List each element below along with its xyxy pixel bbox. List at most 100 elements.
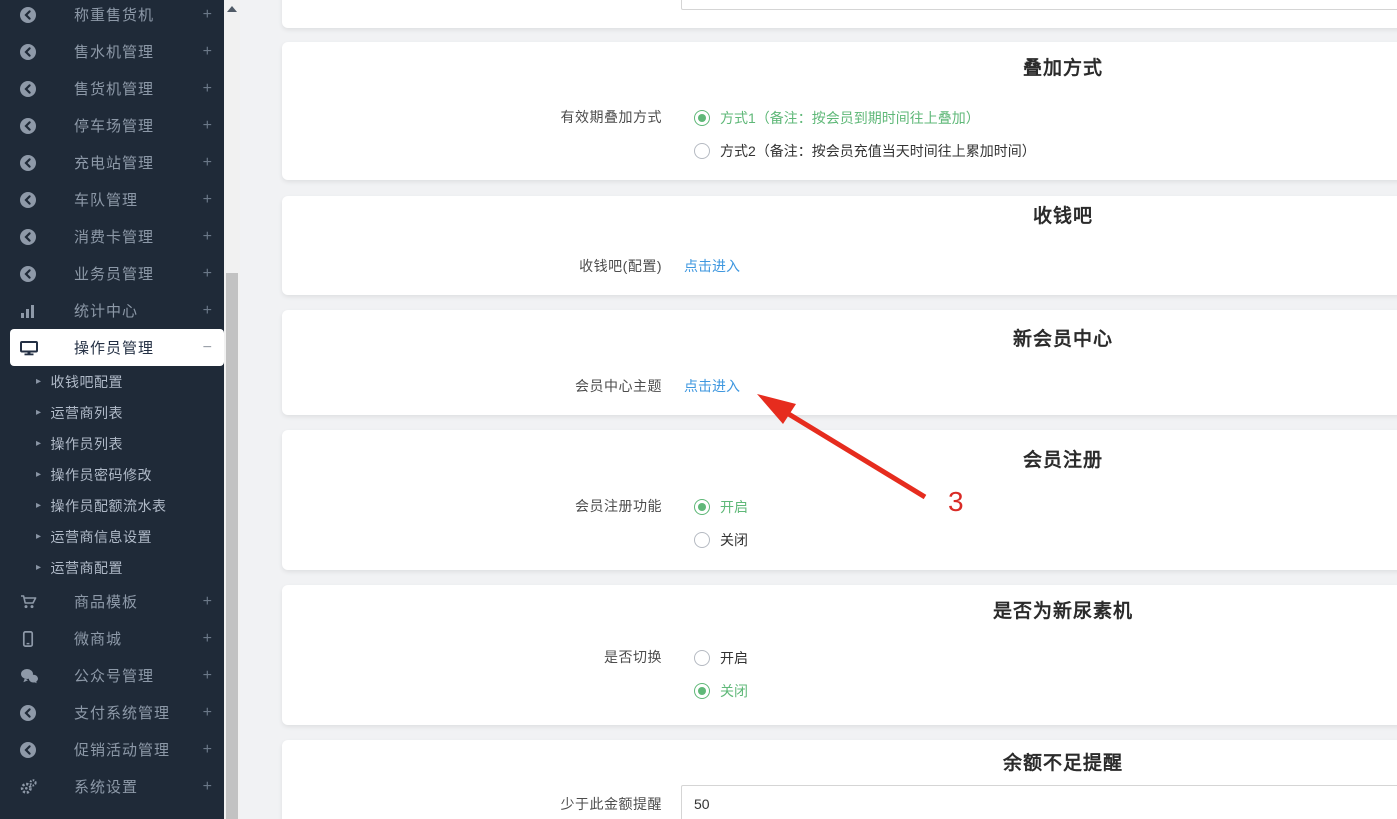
card-shouqianba: 收钱吧收钱吧(配置) 点击进入 — [282, 196, 1397, 295]
sidebar-item-active[interactable]: 操作员管理− — [10, 329, 224, 366]
sidebar-item[interactable]: 微商城 + — [0, 620, 224, 657]
row-controls: 开启关闭 — [684, 641, 748, 707]
form-row: 会员中心主题 点击进入 — [282, 370, 1397, 403]
sidebar-item[interactable]: 消费卡管理+ — [0, 218, 224, 255]
radio-dot — [698, 503, 706, 511]
plus-icon: + — [203, 630, 212, 648]
bar-chart-icon — [20, 303, 46, 319]
field-label: 收钱吧(配置) — [282, 250, 662, 283]
radio-option[interactable]: 关闭 — [684, 674, 748, 707]
plus-icon: + — [203, 191, 212, 209]
card-body: 会员中心主题 点击进入 — [282, 370, 1397, 403]
plus-icon: + — [203, 265, 212, 283]
sidebar-item-label: 充电站管理 — [74, 152, 154, 173]
sidebar-item[interactable]: 充电站管理 + — [0, 144, 224, 181]
chevron-circle-icon — [20, 705, 46, 721]
sidebar-subitem[interactable]: ▸ 运营商列表 — [0, 397, 224, 428]
sidebar-item-label: 停车场管理 — [74, 115, 154, 136]
sidebar-item[interactable]: 系统设置+ — [0, 768, 224, 805]
sidebar-item[interactable]: 统计中心 + — [0, 292, 224, 329]
card-title: 新会员中心 — [282, 310, 1397, 353]
row-controls — [681, 785, 1397, 819]
sidebar-subitem[interactable]: ▸ 操作员密码修改 — [0, 459, 224, 490]
sidebar-item-label: 消费卡管理 — [74, 226, 154, 247]
radio-option[interactable]: 关闭 — [684, 523, 748, 556]
sidebar-item-label: 商品模板 — [74, 591, 138, 612]
triangle-right-icon: ▸ — [36, 500, 42, 511]
sidebar-subitem[interactable]: ▸ 操作员配额流水表 — [0, 490, 224, 521]
field-label: 会员中心主题 — [282, 370, 662, 403]
sidebar-item-label: 统计中心 — [74, 300, 138, 321]
wechat-icon — [20, 668, 46, 684]
row-controls: 开启关闭 — [684, 490, 748, 556]
card-title: 余额不足提醒 — [282, 740, 1397, 777]
radio-unselected-icon[interactable] — [694, 532, 710, 548]
gears-icon — [20, 779, 46, 795]
sidebar-item[interactable]: 支付系统管理+ — [0, 694, 224, 731]
radio-option-label: 方式2（备注：按会员充值当天时间往上累加时间） — [720, 141, 1036, 161]
sidebar-item-label: 促销活动管理 — [74, 739, 170, 760]
sidebar-scrollbar[interactable] — [224, 0, 240, 819]
form-row — [282, 0, 1397, 13]
plus-icon: + — [203, 80, 212, 98]
card-stack-mode: 叠加方式有效期叠加方式方式1（备注：按会员到期时间往上叠加）方式2（备注：按会员… — [282, 42, 1397, 180]
sidebar-item-label: 公众号管理 — [74, 665, 154, 686]
chevron-circle-icon — [20, 118, 46, 134]
scrollbar-up-button[interactable] — [224, 2, 240, 15]
sidebar-subitem[interactable]: ▸运营商配置 — [0, 552, 224, 583]
row-controls: 点击进入 — [684, 250, 740, 283]
card-title: 收钱吧 — [282, 196, 1397, 230]
radio-selected-icon[interactable] — [694, 499, 710, 515]
plus-icon: + — [203, 593, 212, 611]
sidebar-subitem[interactable]: ▸运营商信息设置 — [0, 521, 224, 552]
radio-option[interactable]: 开启 — [684, 641, 748, 674]
sidebar-item[interactable]: 商品模板 + — [0, 583, 224, 620]
radio-selected-icon[interactable] — [694, 110, 710, 126]
plus-icon: + — [203, 154, 212, 172]
sidebar-item[interactable]: 促销活动管理+ — [0, 731, 224, 768]
radio-selected-icon[interactable] — [694, 683, 710, 699]
card-body: 有效期叠加方式方式1（备注：按会员到期时间往上叠加）方式2（备注：按会员充值当天… — [282, 101, 1397, 167]
enter-link[interactable]: 点击进入 — [684, 258, 740, 274]
sidebar-item[interactable]: 售水机管理 + — [0, 33, 224, 70]
chevron-circle-icon — [20, 266, 46, 282]
sidebar-item[interactable]: 车队管理+ — [0, 181, 224, 218]
sidebar-subitem-label: 操作员密码修改 — [51, 465, 153, 485]
sidebar-item[interactable]: 停车场管理 + — [0, 107, 224, 144]
radio-option[interactable]: 方式2（备注：按会员充值当天时间往上累加时间） — [684, 134, 1036, 167]
radio-option[interactable]: 方式1（备注：按会员到期时间往上叠加） — [684, 101, 1036, 134]
sidebar-subitem[interactable]: ▸收钱吧配置 — [0, 366, 224, 397]
radio-option-label: 开启 — [720, 648, 748, 668]
radio-dot — [698, 114, 706, 122]
plus-icon: + — [203, 302, 212, 320]
radio-option-label: 关闭 — [720, 681, 748, 701]
scrollbar-thumb[interactable] — [226, 273, 238, 819]
radio-unselected-icon[interactable] — [694, 143, 710, 159]
row-controls: 方式1（备注：按会员到期时间往上叠加） 方式2（备注：按会员充值当天时间往上累加时… — [684, 101, 1036, 167]
amount-input[interactable] — [681, 0, 1397, 10]
card-body — [282, 0, 1397, 13]
sidebar-item-label: 微商城 — [74, 628, 122, 649]
plus-icon: + — [203, 43, 212, 61]
triangle-right-icon: ▸ — [36, 469, 42, 480]
sidebar-item-label: 系统设置 — [74, 776, 138, 797]
chevron-circle-icon — [20, 742, 46, 758]
sidebar-item[interactable]: 业务员管理+ — [0, 255, 224, 292]
triangle-right-icon: ▸ — [36, 407, 42, 418]
enter-link[interactable]: 点击进入 — [684, 378, 740, 394]
form-row: 会员注册功能开启关闭 — [282, 490, 1397, 556]
radio-unselected-icon[interactable] — [694, 650, 710, 666]
plus-icon: + — [203, 117, 212, 135]
chevron-circle-icon — [20, 7, 46, 23]
sidebar-item[interactable]: 公众号管理+ — [0, 657, 224, 694]
amount-input[interactable] — [681, 785, 1397, 819]
sidebar-subitem[interactable]: ▸操作员列表 — [0, 428, 224, 459]
cart-icon — [20, 594, 46, 610]
sidebar-subitem-label: 运营商列表 — [51, 403, 124, 423]
sidebar-item[interactable]: 称重售货机+ — [0, 0, 224, 33]
sidebar-item[interactable]: 售货机管理+ — [0, 70, 224, 107]
sidebar-item-label: 售水机管理 — [74, 41, 154, 62]
radio-option[interactable]: 开启 — [684, 490, 748, 523]
radio-option-label: 关闭 — [720, 530, 748, 550]
sidebar-subitem-label: 操作员配额流水表 — [51, 496, 167, 516]
